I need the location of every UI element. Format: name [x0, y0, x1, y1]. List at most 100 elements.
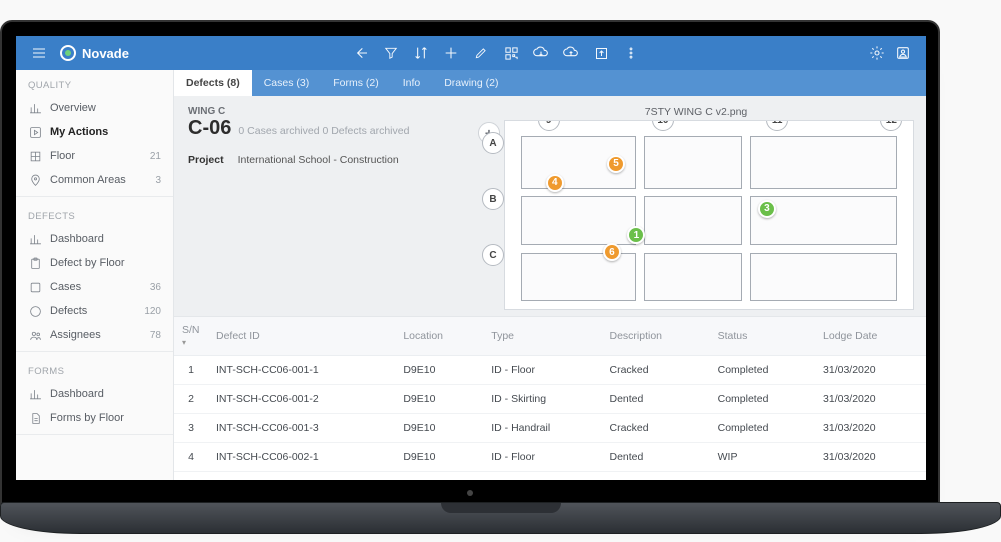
sidebar-item-defect-by-floor[interactable]: Defect by Floor	[16, 251, 173, 275]
sidebar-item-dashboard[interactable]: Dashboard	[16, 382, 173, 406]
table-cell: INT-SCH-CC06-002-1	[208, 443, 395, 472]
sidebar-item-common-areas[interactable]: Common Areas3	[16, 168, 173, 192]
account-icon[interactable]	[890, 45, 916, 61]
more-icon[interactable]	[618, 46, 644, 60]
menu-icon[interactable]	[26, 45, 52, 61]
grid-col-11: 11	[766, 120, 788, 131]
brand-logo-icon	[60, 45, 76, 61]
table-cell: Dented	[601, 385, 709, 414]
chart-icon	[28, 232, 42, 246]
table-cell: Completed	[710, 385, 815, 414]
sidebar: QUALITYOverviewMy ActionsFloor21Common A…	[16, 70, 174, 480]
table-cell: 2	[174, 385, 208, 414]
content-area: WING C C-06 0 Cases archived 0 Defects a…	[174, 96, 926, 316]
col-status[interactable]: Status	[710, 317, 815, 356]
table-cell: 4	[174, 443, 208, 472]
back-icon[interactable]	[348, 45, 374, 61]
sidebar-item-cases[interactable]: Cases36	[16, 275, 173, 299]
grid-col-9: 9	[538, 120, 560, 131]
table-cell: D9E10	[395, 356, 483, 385]
defect-pin-1[interactable]: 1	[627, 226, 645, 244]
sidebar-item-defects[interactable]: Defects120	[16, 299, 173, 323]
chart-icon	[28, 101, 42, 115]
sidebar-item-count: 36	[150, 282, 161, 293]
table-cell: Dented	[601, 443, 709, 472]
table-cell: Completed	[710, 414, 815, 443]
tab-info[interactable]: Info	[391, 70, 433, 96]
chart-icon	[28, 387, 42, 401]
floorplan-canvas[interactable]: 910111254316	[504, 120, 914, 310]
main-panel: Defects (8)Cases (3)Forms (2)InfoDrawing…	[174, 70, 926, 480]
laptop-base	[0, 502, 1001, 534]
table-cell: 31/03/2020	[815, 356, 926, 385]
sidebar-item-label: Overview	[50, 102, 96, 114]
table-cell: 1	[174, 356, 208, 385]
laptop-frame: Novade QUALITYOverviewMy Act	[0, 20, 940, 508]
sidebar-item-label: Defect by Floor	[50, 257, 125, 269]
sidebar-item-label: Common Areas	[50, 174, 126, 186]
add-icon[interactable]	[438, 45, 464, 61]
sidebar-item-label: Forms by Floor	[50, 412, 124, 424]
sidebar-item-label: Floor	[50, 150, 75, 162]
table-cell: INT-SCH-CC06-001-3	[208, 414, 395, 443]
sidebar-item-overview[interactable]: Overview	[16, 96, 173, 120]
edit-icon[interactable]	[468, 46, 494, 60]
sidebar-item-label: Dashboard	[50, 388, 104, 400]
sidebar-item-assignees[interactable]: Assignees78	[16, 323, 173, 347]
table-row[interactable]: 4INT-SCH-CC06-002-1D9E10ID - FloorDented…	[174, 443, 926, 472]
table-cell: ID - Handrail	[483, 414, 601, 443]
sort-icon[interactable]	[408, 45, 434, 61]
table-cell: 31/03/2020	[815, 443, 926, 472]
tab-drawing-2-[interactable]: Drawing (2)	[432, 70, 510, 96]
app-bar: Novade	[16, 36, 926, 70]
defect-pin-6[interactable]: 6	[603, 243, 621, 261]
table-cell: WIP	[710, 443, 815, 472]
wing-label: WING C	[188, 106, 468, 117]
case-code: C-06	[188, 117, 231, 140]
table-cell: 3	[174, 414, 208, 443]
col-location[interactable]: Location	[395, 317, 483, 356]
sidebar-section-title: FORMS	[16, 356, 173, 382]
sidebar-item-count: 21	[150, 151, 161, 162]
cloud-upload-icon[interactable]	[558, 45, 584, 61]
table-row[interactable]: 1INT-SCH-CC06-001-1D9E10ID - FloorCracke…	[174, 356, 926, 385]
defects-table-wrap: S/NDefect IDLocationTypeDescriptionStatu…	[174, 316, 926, 480]
col-type[interactable]: Type	[483, 317, 601, 356]
cloud-download-icon[interactable]	[528, 45, 554, 61]
filter-icon[interactable]	[378, 46, 404, 60]
grid-row-C: C	[482, 244, 504, 266]
col-lodge-date[interactable]: Lodge Date	[815, 317, 926, 356]
tab-forms-2-[interactable]: Forms (2)	[321, 70, 391, 96]
defect-pin-3[interactable]: 3	[758, 200, 776, 218]
grid-col-10: 10	[652, 120, 674, 131]
brand: Novade	[60, 45, 129, 61]
col-description[interactable]: Description	[601, 317, 709, 356]
table-cell: Cracked	[601, 414, 709, 443]
table-cell: ID - Floor	[483, 443, 601, 472]
sidebar-item-forms-by-floor[interactable]: Forms by Floor	[16, 406, 173, 430]
table-cell: Completed	[710, 356, 815, 385]
sidebar-item-label: Defects	[50, 305, 87, 317]
settings-icon[interactable]	[864, 45, 890, 61]
table-row[interactable]: 3INT-SCH-CC06-001-3D9E10ID - HandrailCra…	[174, 414, 926, 443]
table-cell: Cracked	[601, 356, 709, 385]
project-label: Project	[188, 154, 224, 166]
sidebar-item-floor[interactable]: Floor 21	[16, 144, 173, 168]
defect-pin-5[interactable]: 5	[607, 155, 625, 173]
export-icon[interactable]	[588, 46, 614, 61]
defect-pin-4[interactable]: 4	[546, 174, 564, 192]
qr-icon[interactable]	[498, 46, 524, 61]
col-defect-id[interactable]: Defect ID	[208, 317, 395, 356]
tab-defects-8-[interactable]: Defects (8)	[174, 70, 252, 96]
sidebar-item-my-actions[interactable]: My Actions	[16, 120, 173, 144]
col-s-n[interactable]: S/N	[174, 317, 208, 356]
floorplan-panel: 7STY WING C v2.png + −	[478, 106, 914, 310]
table-cell: ID - Floor	[483, 356, 601, 385]
table-cell: 31/03/2020	[815, 385, 926, 414]
table-row[interactable]: 2INT-SCH-CC06-001-2D9E10ID - SkirtingDen…	[174, 385, 926, 414]
sidebar-item-dashboard[interactable]: Dashboard	[16, 227, 173, 251]
defects-table: S/NDefect IDLocationTypeDescriptionStatu…	[174, 317, 926, 472]
archived-summary: 0 Cases archived 0 Defects archived	[238, 125, 409, 137]
tab-cases-3-[interactable]: Cases (3)	[252, 70, 322, 96]
grid-row-A: A	[482, 132, 504, 154]
